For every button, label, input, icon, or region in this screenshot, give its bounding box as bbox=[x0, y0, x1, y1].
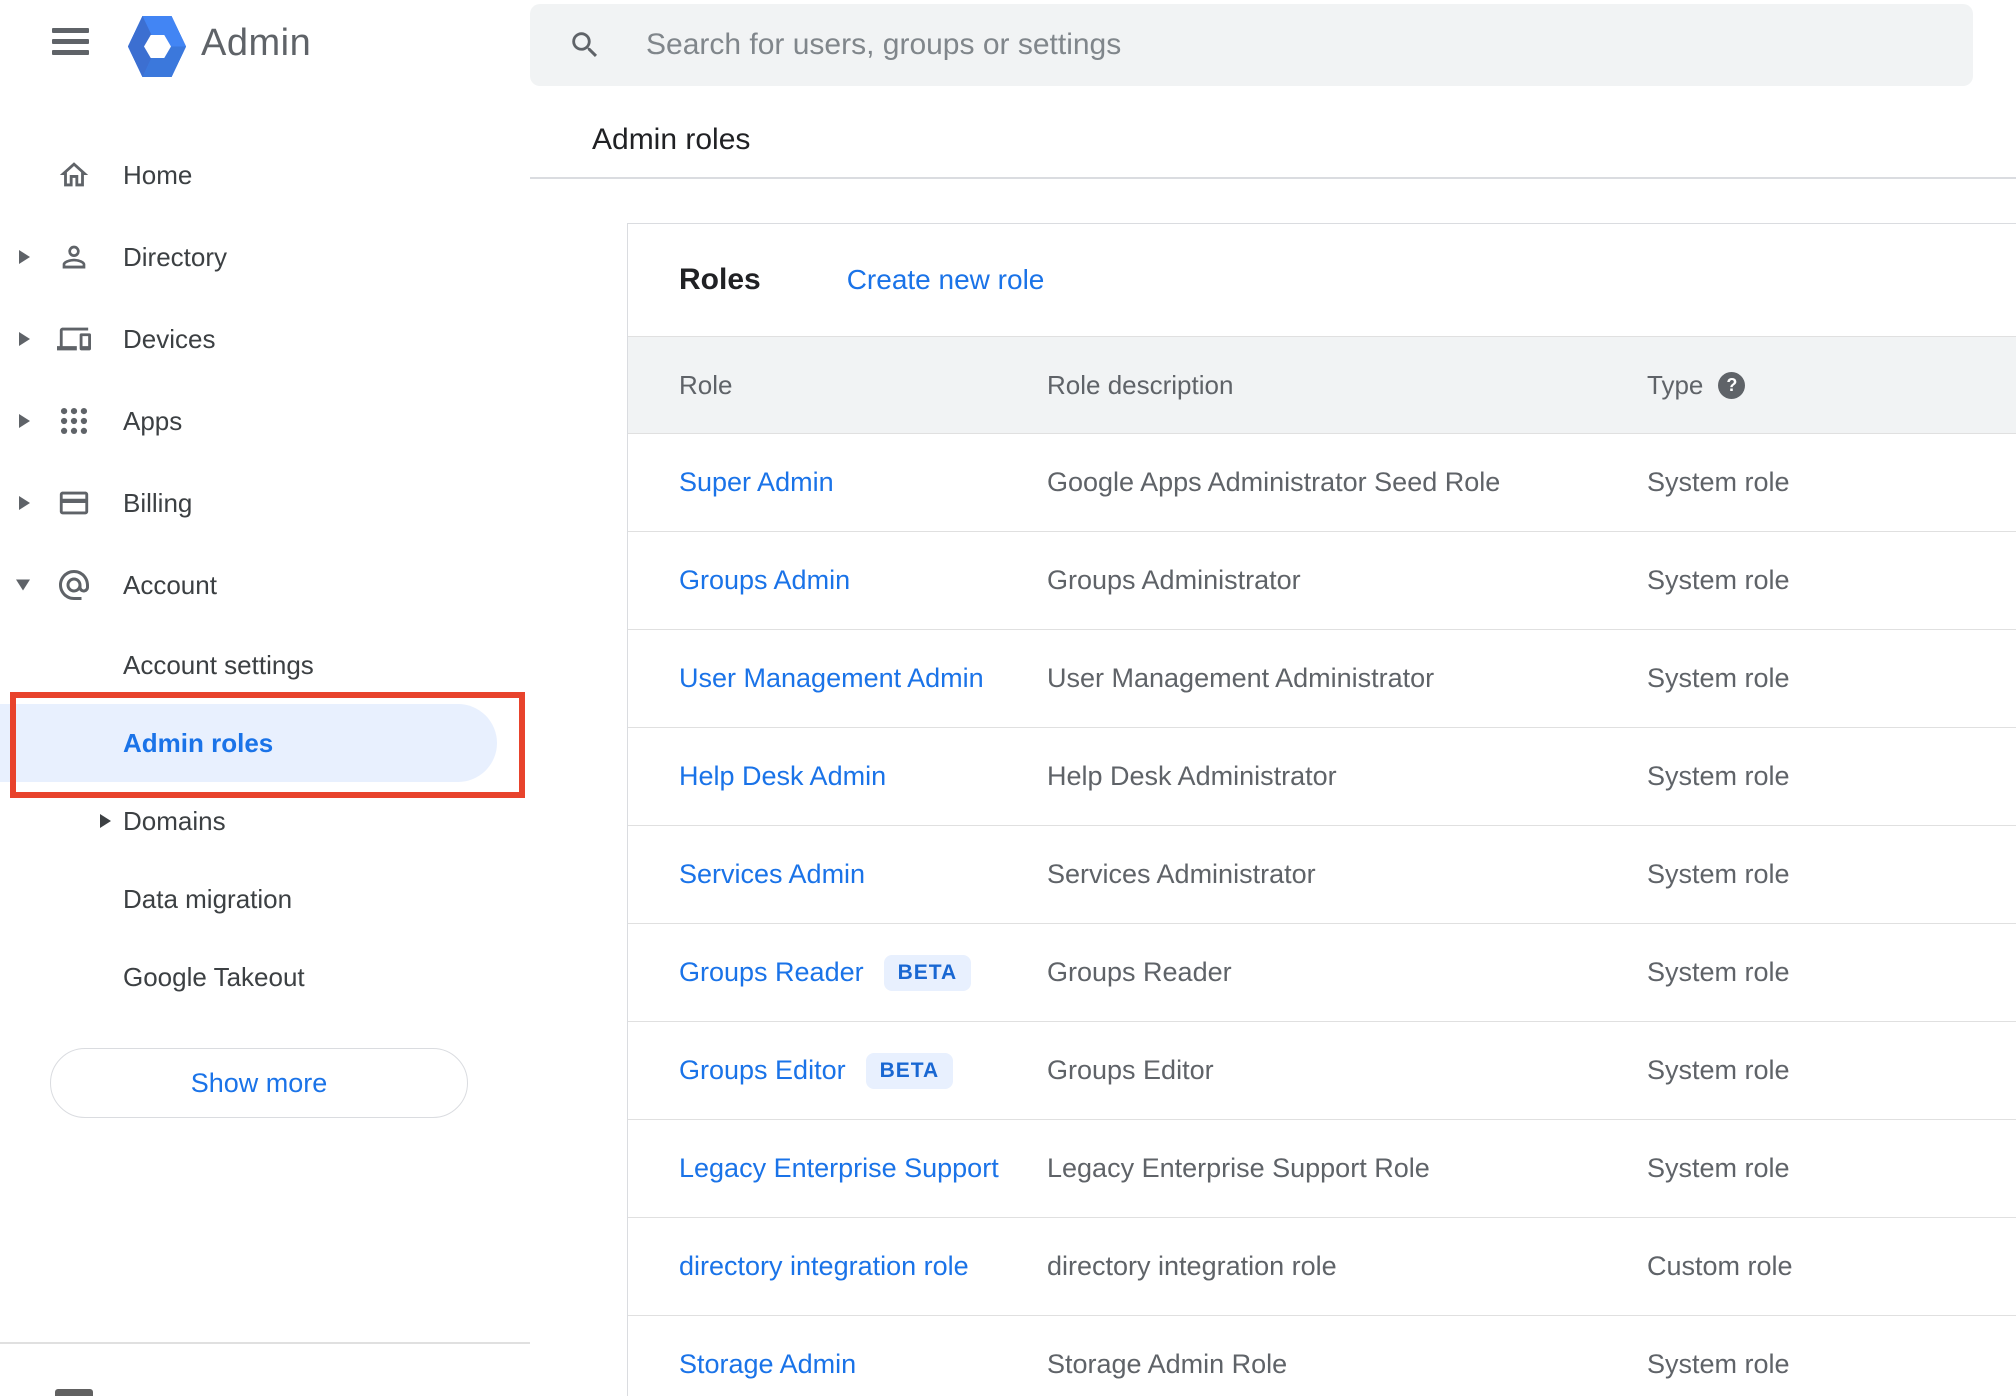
chevron-right-icon[interactable] bbox=[19, 496, 30, 510]
role-description: User Management Administrator bbox=[1047, 663, 1435, 693]
apps-grid-icon bbox=[56, 403, 92, 439]
sidebar-item-directory[interactable]: Directory bbox=[0, 216, 527, 298]
role-link[interactable]: Groups Admin bbox=[679, 565, 850, 596]
role-type: System role bbox=[1647, 1153, 1790, 1183]
sidebar-nav: Home Directory Devices Apps Billing Acco… bbox=[0, 134, 527, 1016]
sidebar-item-google-takeout[interactable]: Google Takeout bbox=[0, 938, 527, 1016]
role-type: System role bbox=[1647, 663, 1790, 693]
at-sign-icon bbox=[56, 567, 92, 603]
search-icon bbox=[572, 32, 598, 58]
role-description: Legacy Enterprise Support Role bbox=[1047, 1153, 1430, 1183]
admin-logo-icon-layers bbox=[128, 16, 186, 77]
roles-card: Roles Create new role Role Role descript… bbox=[627, 223, 2016, 1396]
table-row: Storage Admin Storage Admin Role System … bbox=[628, 1315, 2016, 1396]
table-row: Legacy Enterprise Support Legacy Enterpr… bbox=[628, 1119, 2016, 1217]
role-type: System role bbox=[1647, 957, 1790, 987]
table-row: Help Desk Admin Help Desk Administrator … bbox=[628, 727, 2016, 825]
chevron-right-icon[interactable] bbox=[19, 332, 30, 346]
table-row: Groups Reader BETA Groups Reader System … bbox=[628, 923, 2016, 1021]
role-link[interactable]: Super Admin bbox=[679, 467, 834, 498]
sidebar-item-account[interactable]: Account bbox=[0, 544, 527, 626]
sidebar-bottom-divider bbox=[0, 1342, 530, 1344]
role-link[interactable]: Help Desk Admin bbox=[679, 761, 886, 792]
table-row: directory integration role directory int… bbox=[628, 1217, 2016, 1315]
search-input[interactable]: Search for users, groups or settings bbox=[530, 4, 1973, 86]
roles-table-header: Role Role description Type ? bbox=[628, 336, 2016, 433]
table-row: Super Admin Google Apps Administrator Se… bbox=[628, 433, 2016, 531]
beta-badge: BETA bbox=[865, 1052, 954, 1089]
chevron-right-icon[interactable] bbox=[100, 814, 111, 828]
column-header-description: Role description bbox=[1047, 369, 1234, 400]
table-row: Services Admin Services Administrator Sy… bbox=[628, 825, 2016, 923]
sidebar-item-apps[interactable]: Apps bbox=[0, 380, 527, 462]
search-placeholder: Search for users, groups or settings bbox=[646, 28, 1122, 61]
role-description: Groups Editor bbox=[1047, 1055, 1214, 1085]
create-new-role-link[interactable]: Create new role bbox=[847, 264, 1045, 296]
title-divider bbox=[530, 177, 2016, 179]
role-type: System role bbox=[1647, 467, 1790, 497]
table-row: Groups Admin Groups Administrator System… bbox=[628, 531, 2016, 629]
role-description: Storage Admin Role bbox=[1047, 1349, 1288, 1379]
admin-console: Admin Search for users, groups or settin… bbox=[0, 0, 2016, 1396]
credit-card-icon bbox=[56, 485, 92, 521]
role-link[interactable]: Services Admin bbox=[679, 859, 865, 890]
table-row: User Management Admin User Management Ad… bbox=[628, 629, 2016, 727]
role-type: System role bbox=[1647, 1349, 1790, 1379]
chevron-down-icon[interactable] bbox=[16, 579, 30, 591]
sidebar-item-account-settings[interactable]: Account settings bbox=[0, 626, 527, 704]
role-description: Google Apps Administrator Seed Role bbox=[1047, 467, 1501, 497]
role-description: Groups Administrator bbox=[1047, 565, 1301, 595]
person-icon bbox=[56, 239, 92, 275]
chevron-right-icon[interactable] bbox=[19, 414, 30, 428]
sidebar-item-data-migration[interactable]: Data migration bbox=[0, 860, 527, 938]
role-link[interactable]: User Management Admin bbox=[679, 663, 984, 694]
beta-badge: BETA bbox=[883, 954, 972, 991]
roles-title: Roles bbox=[679, 263, 761, 296]
role-description: Services Administrator bbox=[1047, 859, 1316, 889]
role-description: Groups Reader bbox=[1047, 957, 1232, 987]
role-link[interactable]: Storage Admin bbox=[679, 1349, 856, 1380]
menu-hamburger-icon[interactable] bbox=[52, 28, 89, 55]
app-name: Admin bbox=[201, 22, 312, 64]
home-icon bbox=[56, 157, 92, 193]
role-link[interactable]: Legacy Enterprise Support bbox=[679, 1153, 999, 1184]
role-type: System role bbox=[1647, 1055, 1790, 1085]
roles-card-header: Roles Create new role bbox=[628, 224, 2016, 336]
role-description: Help Desk Administrator bbox=[1047, 761, 1337, 791]
role-type: Custom role bbox=[1647, 1251, 1793, 1281]
table-row: Groups Editor BETA Groups Editor System … bbox=[628, 1021, 2016, 1119]
breadcrumb-page-title: Admin roles bbox=[592, 123, 751, 156]
role-link[interactable]: directory integration role bbox=[679, 1251, 969, 1282]
sidebar-item-domains[interactable]: Domains bbox=[0, 782, 527, 860]
chevron-right-icon[interactable] bbox=[19, 250, 30, 264]
role-link[interactable]: Groups Reader bbox=[679, 957, 864, 988]
role-type: System role bbox=[1647, 565, 1790, 595]
role-type: System role bbox=[1647, 859, 1790, 889]
sidebar-item-home[interactable]: Home bbox=[0, 134, 527, 216]
role-link[interactable]: Groups Editor bbox=[679, 1055, 846, 1086]
sidebar-item-billing[interactable]: Billing bbox=[0, 462, 527, 544]
role-type: System role bbox=[1647, 761, 1790, 791]
sidebar-item-admin-roles[interactable]: Admin roles bbox=[0, 692, 525, 798]
show-more-button[interactable]: Show more bbox=[50, 1048, 468, 1118]
column-header-role: Role bbox=[679, 369, 733, 400]
partial-device-icon bbox=[55, 1389, 93, 1396]
devices-icon bbox=[56, 321, 92, 357]
column-header-type: Type ? bbox=[1647, 370, 2016, 401]
sidebar-item-devices[interactable]: Devices bbox=[0, 298, 527, 380]
help-icon[interactable]: ? bbox=[1718, 371, 1746, 399]
role-description: directory integration role bbox=[1047, 1251, 1337, 1281]
